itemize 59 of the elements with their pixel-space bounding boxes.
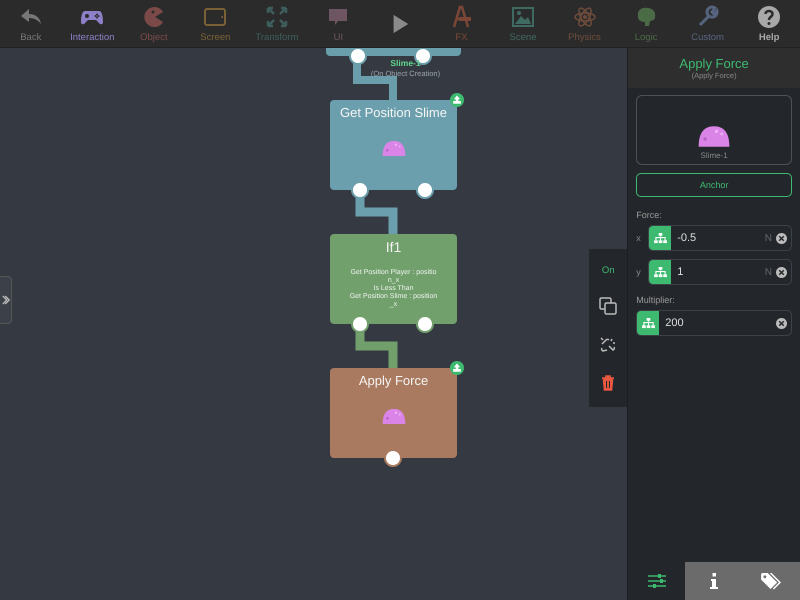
panel-handle[interactable] bbox=[0, 276, 12, 324]
object-preview-card[interactable]: Slime-1 bbox=[636, 95, 792, 165]
clear-icon[interactable] bbox=[776, 266, 787, 278]
input-field[interactable]: 1 N bbox=[648, 259, 792, 285]
input-field[interactable]: -0.5 N bbox=[648, 225, 792, 251]
on-toggle[interactable]: On bbox=[602, 265, 615, 276]
anchor-button[interactable]: Anchor bbox=[636, 173, 792, 197]
inspector-tab[interactable] bbox=[742, 562, 800, 600]
axis-label: x bbox=[636, 233, 642, 243]
toolbar-button[interactable]: Interaction bbox=[62, 0, 124, 47]
help-icon bbox=[756, 4, 782, 28]
info-icon bbox=[710, 573, 718, 589]
copy-icon[interactable] bbox=[599, 297, 618, 316]
input-field[interactable]: 200 bbox=[636, 310, 792, 336]
logic-node[interactable]: Apply Force bbox=[330, 368, 457, 458]
slime-icon bbox=[380, 408, 406, 425]
toolbar-button[interactable]: Help bbox=[738, 0, 800, 47]
unit-label: N bbox=[764, 266, 772, 278]
toolbar-button[interactable]: Logic bbox=[615, 0, 677, 47]
slime-icon bbox=[697, 125, 732, 148]
field-group-label: Multiplier: bbox=[636, 295, 676, 305]
toolbar-button[interactable]: Screen bbox=[184, 0, 246, 47]
node-port[interactable] bbox=[384, 449, 402, 467]
tags-icon bbox=[760, 572, 782, 590]
node-title: If1 bbox=[386, 239, 402, 255]
node-port[interactable] bbox=[416, 181, 434, 199]
toolbar-button[interactable]: Scene bbox=[492, 0, 554, 47]
node-title: Apply Force bbox=[358, 373, 428, 388]
toolbar-button[interactable]: Physics bbox=[554, 0, 616, 47]
hierarchy-icon[interactable] bbox=[649, 260, 672, 284]
unit-label: N bbox=[764, 232, 772, 244]
image-icon bbox=[510, 4, 536, 28]
hierarchy-icon[interactable] bbox=[637, 311, 660, 335]
node-port[interactable] bbox=[416, 315, 434, 333]
toolbar-button[interactable]: UI bbox=[308, 0, 370, 47]
axis-label: y bbox=[636, 267, 642, 277]
toolbar-button[interactable]: Object bbox=[123, 0, 185, 47]
slime-icon bbox=[380, 140, 406, 157]
clear-icon[interactable] bbox=[776, 318, 787, 328]
logic-node[interactable]: Get Position Slime bbox=[330, 100, 457, 190]
clear-icon[interactable] bbox=[776, 232, 787, 244]
trash-icon[interactable] bbox=[601, 374, 616, 391]
object-name: Slime-1 bbox=[700, 151, 728, 160]
export-badge-icon[interactable] bbox=[450, 361, 464, 375]
node-port[interactable] bbox=[351, 181, 369, 199]
field-group-label: Force: bbox=[636, 210, 663, 220]
node-port[interactable] bbox=[351, 315, 369, 333]
object-name: Slime-1 bbox=[390, 58, 421, 68]
sliders-icon bbox=[648, 573, 666, 589]
node-port[interactable] bbox=[349, 48, 367, 65]
toolbar-button[interactable]: FX bbox=[430, 0, 492, 47]
toolbar-button[interactable]: Back bbox=[0, 0, 62, 47]
inspector-title: Apply Force bbox=[679, 56, 749, 71]
toolbar-button[interactable]: Custom bbox=[676, 0, 738, 47]
export-badge-icon[interactable] bbox=[450, 93, 464, 107]
inspector-tab[interactable] bbox=[685, 562, 743, 600]
node-title: Get Position Slime bbox=[340, 105, 447, 120]
hierarchy-icon[interactable] bbox=[649, 226, 672, 250]
atom-icon bbox=[572, 4, 598, 28]
